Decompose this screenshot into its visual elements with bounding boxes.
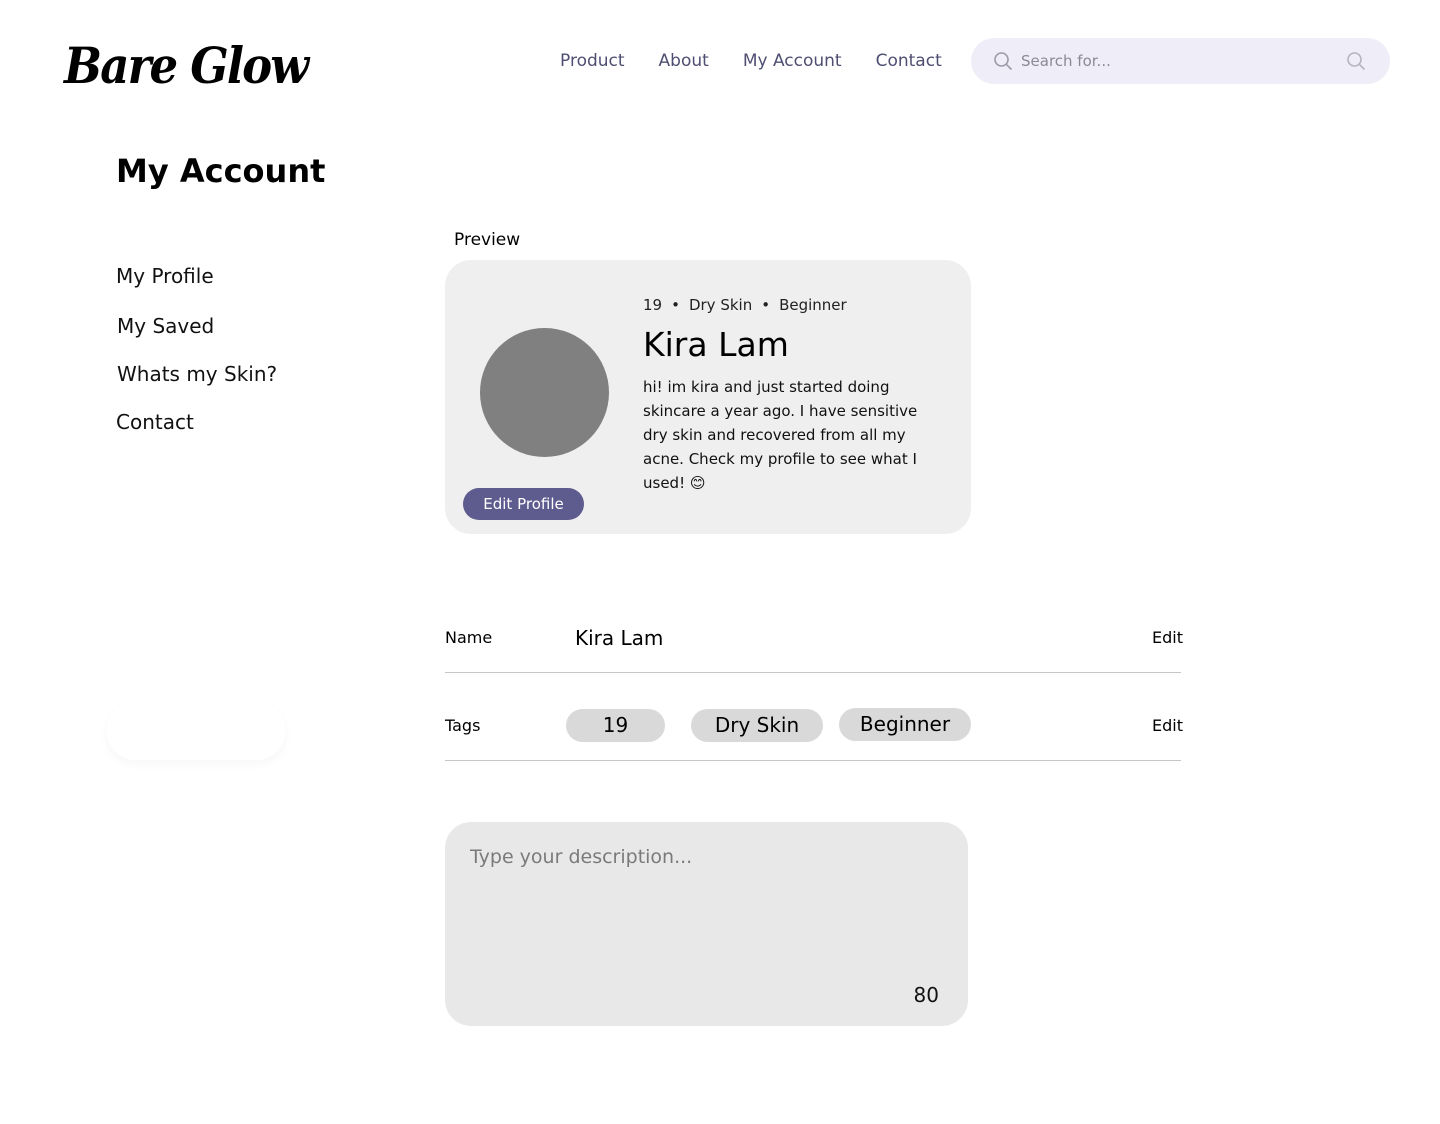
sidebar-item-contact[interactable]: Contact (116, 409, 194, 435)
nav-contact[interactable]: Contact (876, 50, 942, 72)
search-input[interactable] (1021, 46, 1321, 76)
sidebar-item-my-saved[interactable]: My Saved (117, 313, 214, 339)
profile-name: Kira Lam (643, 325, 789, 364)
search-submit-icon[interactable] (1346, 51, 1366, 71)
edit-profile-button[interactable]: Edit Profile (463, 488, 584, 520)
nav-about[interactable]: About (659, 50, 709, 72)
divider (445, 760, 1181, 761)
description-box: 80 (445, 822, 968, 1026)
profile-meta: 19 • Dry Skin • Beginner (643, 295, 847, 315)
tag-chip-skin[interactable]: Dry Skin (691, 709, 823, 742)
tag-chip-age[interactable]: 19 (566, 709, 665, 742)
sidebar-item-my-profile[interactable]: My Profile (116, 263, 214, 289)
meta-level: Beginner (779, 296, 847, 314)
sidebar-hover-highlight (107, 702, 285, 760)
name-value: Kira Lam (575, 626, 664, 650)
top-nav: Product About My Account Contact (560, 50, 942, 72)
sidebar-item-whats-my-skin[interactable]: Whats my Skin? (117, 361, 277, 387)
profile-preview-card: Edit Profile 19 • Dry Skin • Beginner Kira L… (445, 260, 971, 534)
meta-age: 19 (643, 296, 663, 314)
preview-label: Preview (454, 230, 521, 250)
avatar (480, 328, 609, 457)
meta-separator: • (761, 296, 771, 314)
edit-name-link[interactable]: Edit (1152, 628, 1183, 648)
edit-tags-link[interactable]: Edit (1152, 716, 1183, 736)
tag-chip-level[interactable]: Beginner (839, 708, 971, 741)
tags-label: Tags (445, 716, 481, 735)
profile-bio: hi! im kira and just started doing skinc… (643, 378, 918, 492)
description-input[interactable] (470, 844, 940, 974)
meta-skin: Dry Skin (688, 296, 753, 314)
nav-product[interactable]: Product (560, 50, 625, 72)
meta-separator: • (671, 296, 680, 314)
search-bar (971, 38, 1390, 84)
name-label: Name (445, 628, 493, 647)
page-title: My Account (116, 152, 326, 190)
divider (445, 672, 1181, 673)
nav-my-account[interactable]: My Account (743, 50, 842, 72)
char-count: 80 (913, 983, 939, 1007)
search-icon (994, 52, 1012, 70)
brand-logo[interactable]: Bare Glow (64, 36, 309, 96)
